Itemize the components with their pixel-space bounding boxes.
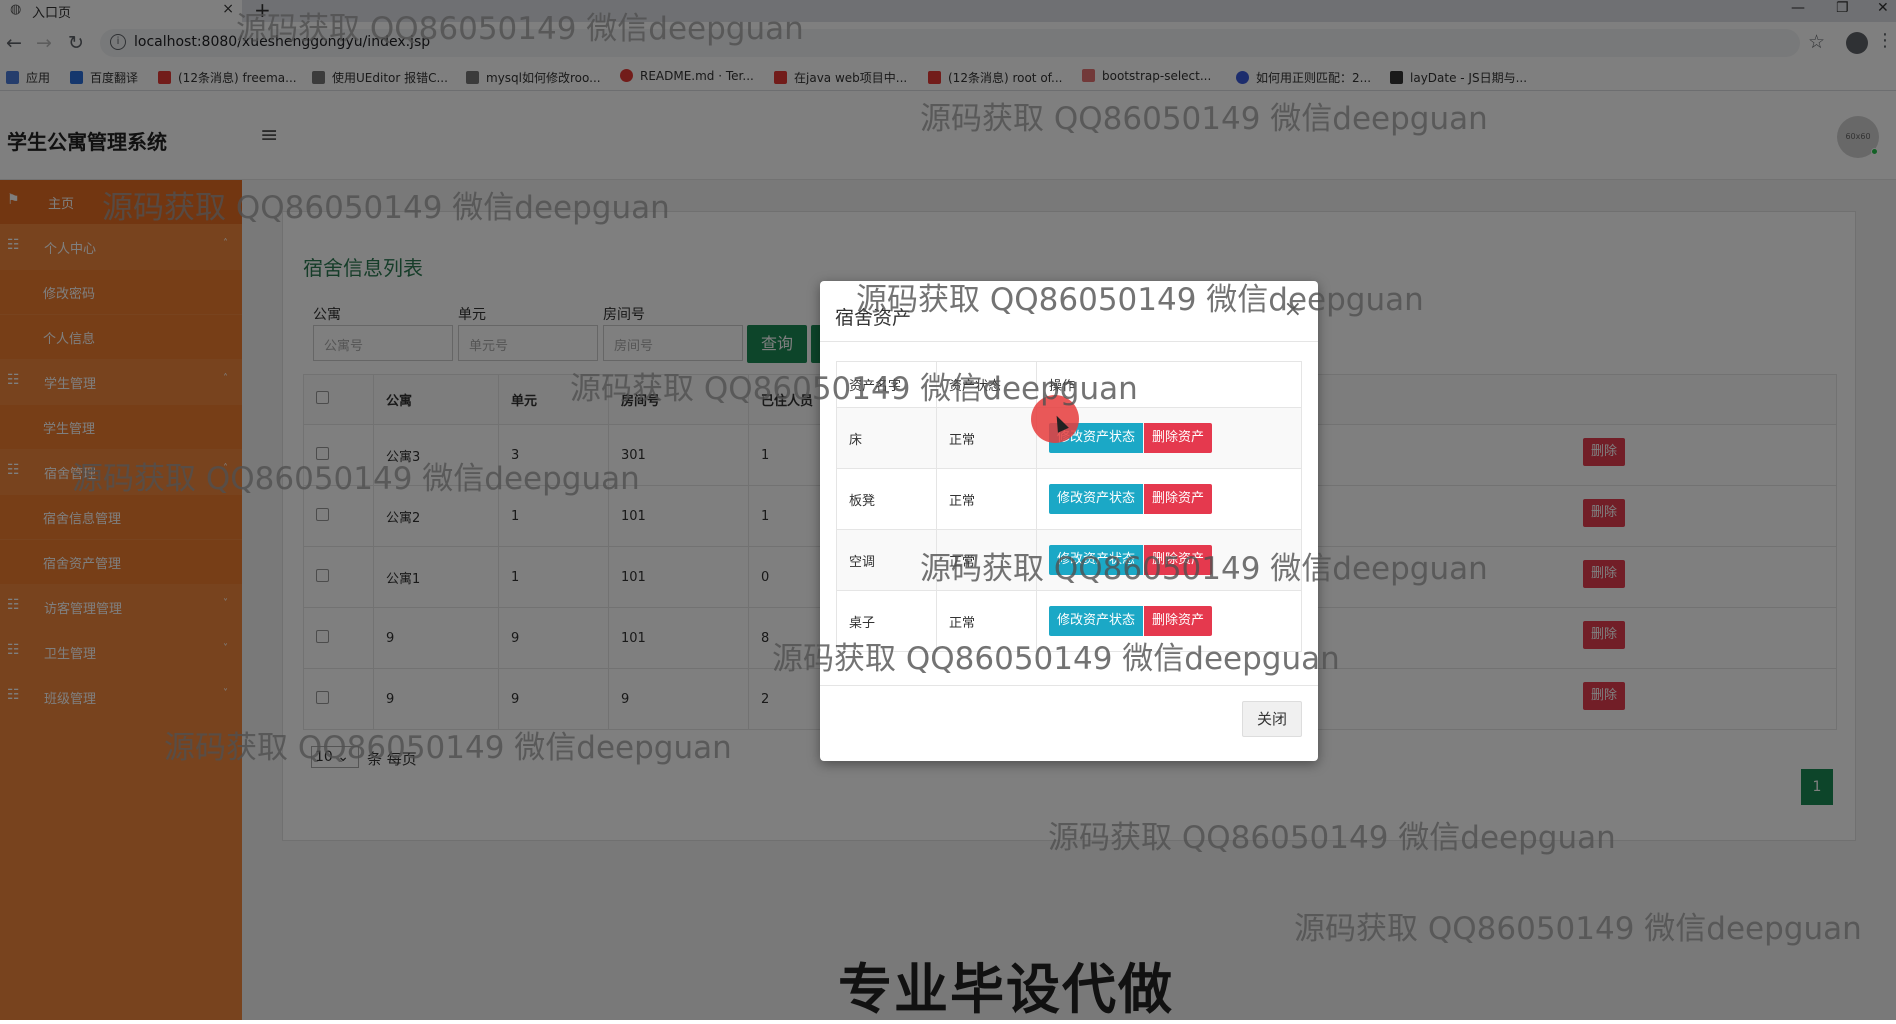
divider	[820, 685, 1318, 686]
watermark: 源码获取 QQ86050149 微信deepguan	[102, 190, 670, 226]
asset-name: 板凳	[836, 468, 937, 530]
asset-status: 正常	[936, 407, 1037, 469]
edit-asset-status-button[interactable]: 修改资产状态	[1049, 484, 1144, 514]
watermark: 源码获取 QQ86050149 微信deepguan	[1048, 820, 1616, 856]
watermark: 源码获取 QQ86050149 微信deepguan	[72, 461, 640, 497]
watermark: 源码获取 QQ86050149 微信deepguan	[920, 551, 1488, 587]
watermark: 源码获取 QQ86050149 微信deepguan	[856, 282, 1424, 318]
watermark: 源码获取 QQ86050149 微信deepguan	[772, 641, 1340, 677]
divider	[820, 341, 1318, 342]
asset-status: 正常	[936, 468, 1037, 530]
watermark: 源码获取 QQ86050149 微信deepguan	[1294, 911, 1862, 947]
asset-name: 床	[836, 407, 937, 469]
watermark: 源码获取 QQ86050149 微信deepguan	[236, 11, 804, 47]
close-button[interactable]: 关闭	[1242, 701, 1302, 737]
edit-asset-status-button[interactable]: 修改资产状态	[1049, 606, 1144, 636]
delete-asset-button[interactable]: 删除资产	[1144, 423, 1213, 453]
watermark: 源码获取 QQ86050149 微信deepguan	[570, 371, 1138, 407]
asset-actions: 修改资产状态 删除资产	[1036, 468, 1302, 530]
delete-asset-button[interactable]: 删除资产	[1144, 484, 1213, 514]
delete-asset-button[interactable]: 删除资产	[1144, 606, 1213, 636]
video-caption: 专业毕设代做	[838, 958, 1174, 1021]
watermark: 源码获取 QQ86050149 微信deepguan	[164, 730, 732, 766]
table-row: 板凳 正常 修改资产状态 删除资产	[836, 468, 1302, 530]
watermark: 源码获取 QQ86050149 微信deepguan	[920, 101, 1488, 137]
dorm-assets-modal: 宿舍资产 × 资产名字 资产状态 操作 床 正常 修改资产状态 删除资产 板凳 正…	[820, 281, 1318, 761]
